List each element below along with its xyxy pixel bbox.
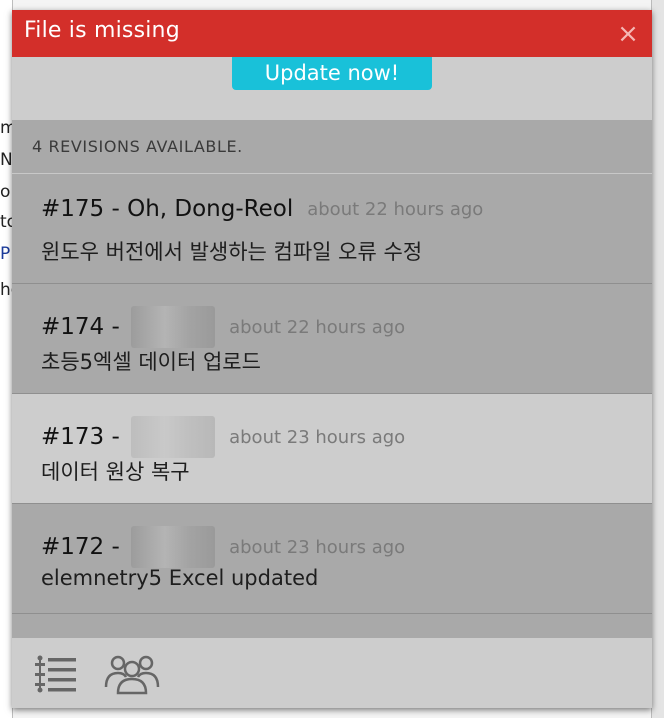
revision-time: about 23 hours ago [229,427,406,448]
revision-author: Oh, Dong-Reol [127,196,294,222]
file-missing-dialog: File is missing × Update now! 4 REVISION… [12,10,652,708]
revision-message: 초등5엑셀 데이터 업로드 [41,350,261,374]
dialog-title-bar: File is missing × [12,10,652,57]
close-button[interactable]: × [614,20,642,48]
revision-time: about 22 hours ago [229,317,406,338]
redacted-author [131,526,216,568]
update-area: Update now! [12,57,652,120]
background-link: P [0,244,11,264]
users-icon[interactable] [102,653,162,695]
revision-message: elemnetry5 Excel updated [41,566,319,590]
background-text: o [0,182,11,202]
list-icon[interactable] [34,653,84,695]
revision-item-175[interactable]: #175 - Oh, Dong-Reol about 22 hours ago 윈… [12,174,652,284]
close-icon: × [617,19,639,49]
redacted-author [131,416,216,458]
background-text: N [0,150,13,170]
revision-item-172[interactable]: #172 - about 23 hours ago elemnetry5 Exc… [12,504,652,614]
dialog-title: File is missing [24,18,180,43]
redacted-author [131,306,216,348]
revision-number: #175 - [41,196,128,222]
revision-number: #174 - [41,314,128,340]
background-scrollbar [651,0,664,718]
revisions-count-label: 4 REVISIONS AVAILABLE. [32,137,243,156]
revision-message: 데이터 원상 복구 [41,460,190,484]
revision-number: #173 - [41,424,128,450]
revision-message: 윈도우 버전에서 발생하는 컴파일 오류 수정 [41,240,423,264]
pointer-arrow [328,121,352,132]
revision-item-174[interactable]: #174 - about 22 hours ago 초등5엑셀 데이터 업로드 [12,284,652,394]
revision-time: about 22 hours ago [307,199,484,220]
revision-item-173[interactable]: #173 - about 23 hours ago 데이터 원상 복구 [12,394,652,504]
update-now-button[interactable]: Update now! [232,57,432,90]
revision-number: #172 - [41,534,128,560]
revision-time: about 23 hours ago [229,537,406,558]
dialog-footer [12,638,652,708]
